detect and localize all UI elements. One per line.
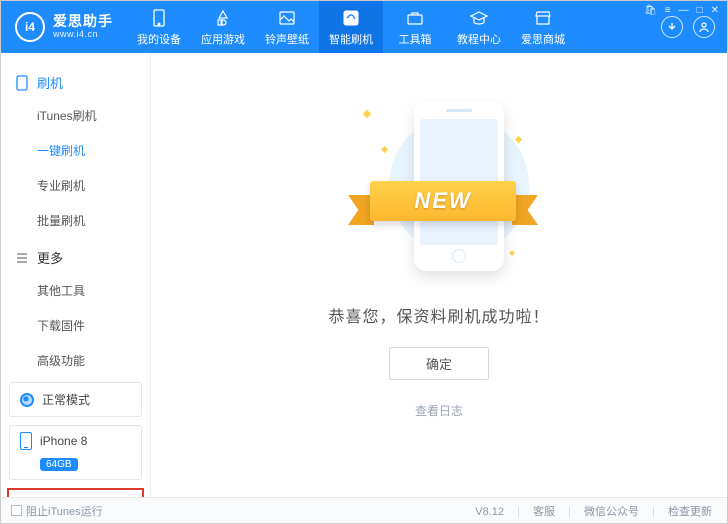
smartphone-icon [149, 8, 169, 28]
window-close-icon[interactable]: ✕ [711, 5, 719, 16]
success-message: 恭喜您，保资料刷机成功啦！ [328, 303, 549, 327]
logo-title: 爱思助手 [53, 14, 113, 29]
nav-flash[interactable]: 智能刷机 [319, 1, 383, 53]
nav-label: 教程中心 [457, 31, 501, 47]
nav-my-device[interactable]: 我的设备 [127, 1, 191, 53]
footer: 阻止iTunes运行 V8.12 | 客服 | 微信公众号 | 检查更新 [1, 497, 727, 523]
sidebar-group-more[interactable]: 更多 [1, 238, 150, 273]
graduation-icon [469, 8, 489, 28]
footer-links: V8.12 | 客服 | 微信公众号 | 检查更新 [470, 503, 717, 519]
user-button[interactable] [693, 16, 715, 38]
version-label: V8.12 [475, 506, 504, 518]
download-button[interactable] [661, 16, 683, 38]
window-cart-icon[interactable]: 🛍 [644, 5, 657, 16]
sidebar-item-itunes-flash[interactable]: iTunes刷机 [1, 98, 150, 133]
window-controls: 🛍 ≡ — □ ✕ [644, 5, 719, 16]
update-link[interactable]: 检查更新 [668, 506, 712, 518]
flash-icon [341, 8, 361, 28]
group-label: 刷机 [37, 73, 63, 92]
logo-url: www.i4.cn [53, 30, 113, 40]
status-dot-icon [20, 393, 34, 407]
window-menu-icon[interactable]: ≡ [665, 5, 671, 16]
storage-badge: 64GB [40, 458, 78, 471]
new-ribbon: NEW [348, 181, 538, 229]
nav-ringtone[interactable]: 铃声壁纸 [255, 1, 319, 53]
nav-label: 爱思商城 [521, 31, 565, 47]
sidebar-item-pro-flash[interactable]: 专业刷机 [1, 168, 150, 203]
device-mode-label: 正常模式 [42, 391, 90, 408]
success-illustration: NEW [334, 101, 544, 281]
nav-mall[interactable]: 爱思商城 [511, 1, 575, 53]
sidebar-item-other-tools[interactable]: 其他工具 [1, 273, 150, 308]
sidebar-item-batch-flash[interactable]: 批量刷机 [1, 203, 150, 238]
sidebar-group-flash[interactable]: 刷机 [1, 63, 150, 98]
ribbon-text: NEW [370, 181, 516, 221]
nav-label: 铃声壁纸 [265, 31, 309, 47]
body: 刷机 iTunes刷机 一键刷机 专业刷机 批量刷机 更多 其他工具 下载固件 … [1, 53, 727, 497]
sidebar-item-onekey-flash[interactable]: 一键刷机 [1, 133, 150, 168]
nav-label: 智能刷机 [329, 31, 373, 47]
checkbox-block-itunes[interactable]: 阻止iTunes运行 [11, 503, 103, 519]
group-label: 更多 [37, 248, 63, 267]
window-minimize-icon[interactable]: — [679, 5, 689, 16]
phone-icon [20, 432, 32, 450]
app-window: 🛍 ≡ — □ ✕ i4 爱思助手 www.i4.cn 我的设备 应用游戏 [0, 0, 728, 524]
menu-icon [15, 251, 29, 265]
view-log-link[interactable]: 查看日志 [415, 402, 463, 419]
store-icon [533, 8, 553, 28]
main-panel: NEW 恭喜您，保资料刷机成功啦！ 确定 查看日志 [151, 53, 727, 497]
header: 🛍 ≡ — □ ✕ i4 爱思助手 www.i4.cn 我的设备 应用游戏 [1, 1, 727, 53]
sidebar-item-download-fw[interactable]: 下载固件 [1, 308, 150, 343]
phone-icon [15, 76, 29, 90]
device-mode-card[interactable]: 正常模式 [9, 382, 142, 417]
logo-badge: i4 [15, 12, 45, 42]
nav-label: 我的设备 [137, 31, 181, 47]
apps-icon [213, 8, 233, 28]
ok-button[interactable]: 确定 [389, 347, 489, 380]
nav-toolbox[interactable]: 工具箱 [383, 1, 447, 53]
device-name: iPhone 8 [40, 434, 87, 448]
wechat-link[interactable]: 微信公众号 [584, 506, 639, 518]
nav-label: 工具箱 [399, 31, 432, 47]
checkbox-label: 阻止iTunes运行 [26, 503, 103, 519]
toolbox-icon [405, 8, 425, 28]
device-info-card[interactable]: iPhone 8 64GB [9, 425, 142, 480]
top-nav: 我的设备 应用游戏 铃声壁纸 智能刷机 工具箱 教程中心 [127, 1, 575, 53]
window-maximize-icon[interactable]: □ [697, 5, 703, 16]
nav-tutorial[interactable]: 教程中心 [447, 1, 511, 53]
checkbox-icon [11, 505, 22, 516]
logo: i4 爱思助手 www.i4.cn [1, 12, 127, 42]
nav-label: 应用游戏 [201, 31, 245, 47]
support-link[interactable]: 客服 [533, 506, 555, 518]
wallpaper-icon [277, 8, 297, 28]
sidebar: 刷机 iTunes刷机 一键刷机 专业刷机 批量刷机 更多 其他工具 下载固件 … [1, 53, 151, 497]
nav-apps[interactable]: 应用游戏 [191, 1, 255, 53]
sidebar-item-advanced[interactable]: 高级功能 [1, 343, 150, 378]
